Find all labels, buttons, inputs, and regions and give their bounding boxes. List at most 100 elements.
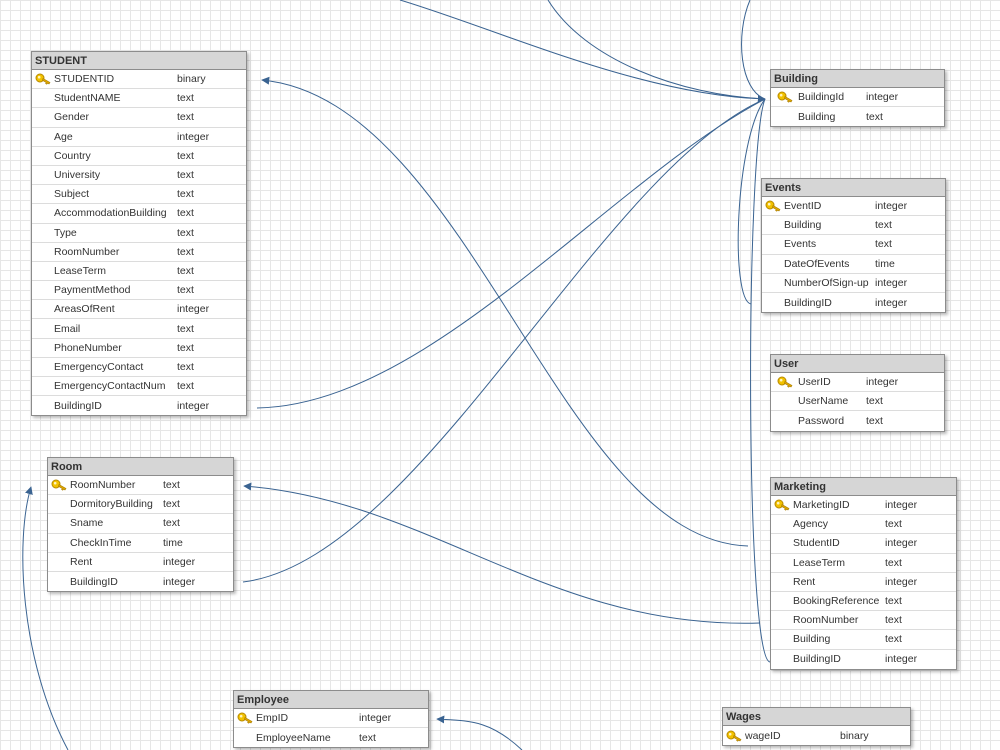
table-user[interactable]: User UserID integer UserName text Password tex… <box>770 354 945 432</box>
table-row[interactable]: Sname text <box>48 514 233 534</box>
key-icon <box>48 479 70 491</box>
table-header-events[interactable]: Events <box>762 179 945 197</box>
field-type: text <box>359 731 376 744</box>
edge-top2-to-building[interactable] <box>547 0 766 100</box>
table-row[interactable]: BookingReference text <box>771 592 956 612</box>
edge-top3-to-building[interactable] <box>741 0 766 100</box>
table-row[interactable]: DateOfEvents time <box>762 255 945 274</box>
table-row[interactable]: Email text <box>32 319 246 339</box>
field-name: CheckInTime <box>70 536 132 549</box>
table-events[interactable]: Events EventID integer Building text Events te… <box>761 178 946 314</box>
table-header-room[interactable]: Room <box>48 458 233 476</box>
field-name: LeaseTerm <box>54 264 106 277</box>
diagram-canvas[interactable]: STUDENT STUDENTID binary StudentNAME text Gen… <box>0 0 1000 750</box>
table-row[interactable]: Rent integer <box>48 553 233 572</box>
table-header-employee[interactable]: Employee <box>234 691 428 709</box>
field-name: University <box>54 169 101 182</box>
field-type: text <box>177 169 194 182</box>
field-name: Rent <box>793 575 816 588</box>
table-row[interactable]: STUDENTID binary <box>32 70 246 90</box>
field-name: StudentNAME <box>54 92 121 105</box>
table-row[interactable]: BuildingID integer <box>771 650 956 669</box>
field-name: EmpID <box>256 712 289 725</box>
table-marketing[interactable]: Marketing MarketingID integer Agency text Stu… <box>770 477 957 670</box>
table-building[interactable]: Building BuildingId integer Building text <box>770 69 945 128</box>
edge-marketing-room-to-room[interactable] <box>243 482 761 624</box>
table-row[interactable]: Password text <box>771 411 944 430</box>
table-row[interactable]: LeaseTerm text <box>771 554 956 573</box>
table-row[interactable]: Gender text <box>32 108 246 128</box>
table-row[interactable]: AreasOfRent integer <box>32 300 246 320</box>
table-row[interactable]: RoomNumber text <box>48 476 233 496</box>
table-row[interactable]: EmployeeName text <box>234 728 428 747</box>
field-name: EmergencyContactNum <box>54 380 166 393</box>
key-icon <box>762 200 784 212</box>
table-row[interactable]: Events text <box>762 235 945 255</box>
table-row[interactable]: Building text <box>771 107 944 126</box>
table-row[interactable]: AccommodationBuilding text <box>32 204 246 224</box>
table-row[interactable]: NumberOfSign-up integer <box>762 274 945 293</box>
table-header-student[interactable]: STUDENT <box>32 52 246 70</box>
table-row[interactable]: MarketingID integer <box>771 496 956 516</box>
table-row[interactable]: BuildingID integer <box>32 396 246 415</box>
table-row[interactable]: RoomNumber text <box>32 243 246 262</box>
table-row[interactable]: EmergencyContactNum text <box>32 377 246 397</box>
edge-bottom-to-employee[interactable] <box>436 715 523 750</box>
field-type: text <box>177 380 194 393</box>
field-name: Building <box>784 219 822 232</box>
field-type: text <box>866 414 883 427</box>
field-type: text <box>177 360 194 373</box>
table-row[interactable]: LeaseTerm text <box>32 262 246 282</box>
field-name: BuildingId <box>798 91 845 104</box>
field-type: integer <box>177 130 210 143</box>
table-row[interactable]: Age integer <box>32 128 246 147</box>
field-name: Subject <box>54 188 90 201</box>
table-row[interactable]: PaymentMethod text <box>32 281 246 301</box>
table-row[interactable]: Type text <box>32 224 246 243</box>
table-row[interactable]: EmergencyContact text <box>32 358 246 377</box>
table-row[interactable]: PhoneNumber text <box>32 339 246 358</box>
table-row[interactable]: EmpID integer <box>234 709 428 729</box>
edge-room-building-to-building[interactable] <box>242 98 766 583</box>
table-header-wages[interactable]: Wages <box>723 708 910 726</box>
table-student[interactable]: STUDENT STUDENTID binary StudentNAME text Gen… <box>31 51 247 417</box>
field-name: Rent <box>70 555 93 568</box>
table-row[interactable]: UserName text <box>771 392 944 412</box>
field-type: text <box>177 92 194 105</box>
field-type: integer <box>885 537 918 550</box>
table-header-marketing[interactable]: Marketing <box>771 478 956 496</box>
table-row[interactable]: UserID integer <box>771 373 944 393</box>
table-wages[interactable]: Wages wageID binary <box>722 707 911 747</box>
table-row[interactable]: wageID binary <box>723 726 910 745</box>
table-header-building[interactable]: Building <box>771 70 944 88</box>
table-row[interactable]: RoomNumber text <box>771 611 956 631</box>
table-row[interactable]: DormitoryBuilding text <box>48 495 233 515</box>
table-employee[interactable]: Employee EmpID integer EmployeeName text <box>233 690 429 749</box>
table-row[interactable]: StudentNAME text <box>32 89 246 109</box>
edge-student-building-to-building[interactable] <box>256 98 766 409</box>
field-type: text <box>177 188 194 201</box>
edge-top-to-building[interactable] <box>399 0 766 103</box>
table-row[interactable]: Subject text <box>32 185 246 205</box>
field-name: RoomNumber <box>793 614 859 627</box>
table-row[interactable]: StudentID integer <box>771 534 956 554</box>
table-header-user[interactable]: User <box>771 355 944 373</box>
field-name: Country <box>54 149 91 162</box>
field-type: time <box>163 536 183 549</box>
table-row[interactable]: Building text <box>771 630 956 650</box>
table-room[interactable]: Room RoomNumber text DormitoryBuilding text S… <box>47 457 234 593</box>
table-row[interactable]: BuildingID integer <box>762 293 945 312</box>
table-row[interactable]: Country text <box>32 147 246 166</box>
table-row[interactable]: CheckInTime time <box>48 534 233 553</box>
table-row[interactable]: Rent integer <box>771 573 956 592</box>
field-type: text <box>177 149 194 162</box>
table-row[interactable]: BuildingID integer <box>48 572 233 591</box>
field-name: Password <box>798 414 845 427</box>
table-row[interactable]: EventID integer <box>762 197 945 217</box>
field-name: LeaseTerm <box>793 556 845 569</box>
table-row[interactable]: University text <box>32 166 246 186</box>
table-row[interactable]: Agency text <box>771 515 956 535</box>
table-row[interactable]: BuildingId integer <box>771 88 944 108</box>
table-row[interactable]: Building text <box>762 216 945 236</box>
edge-marketing-student-to-student[interactable] <box>261 76 749 547</box>
